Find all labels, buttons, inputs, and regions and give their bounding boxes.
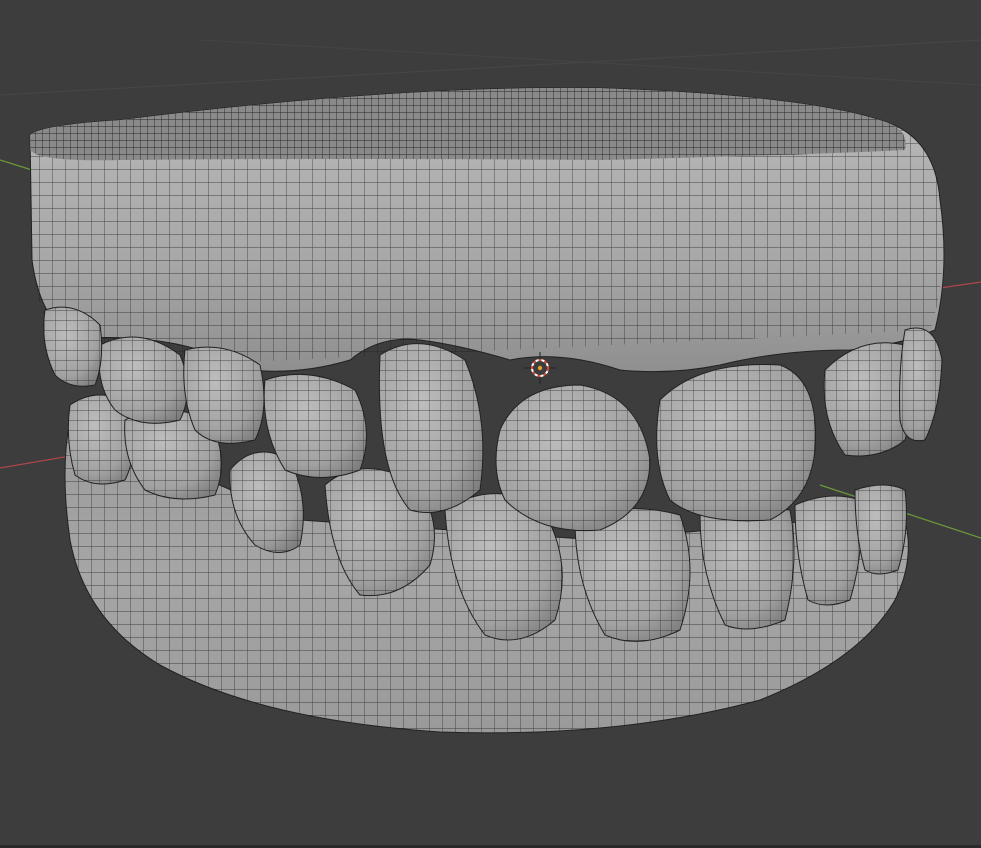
- dental-mesh[interactable]: [0, 80, 981, 734]
- viewport-grid: [0, 39, 981, 96]
- viewport-canvas[interactable]: [0, 0, 981, 848]
- y-axis-line: [0, 159, 33, 171]
- 3d-viewport[interactable]: [0, 0, 981, 848]
